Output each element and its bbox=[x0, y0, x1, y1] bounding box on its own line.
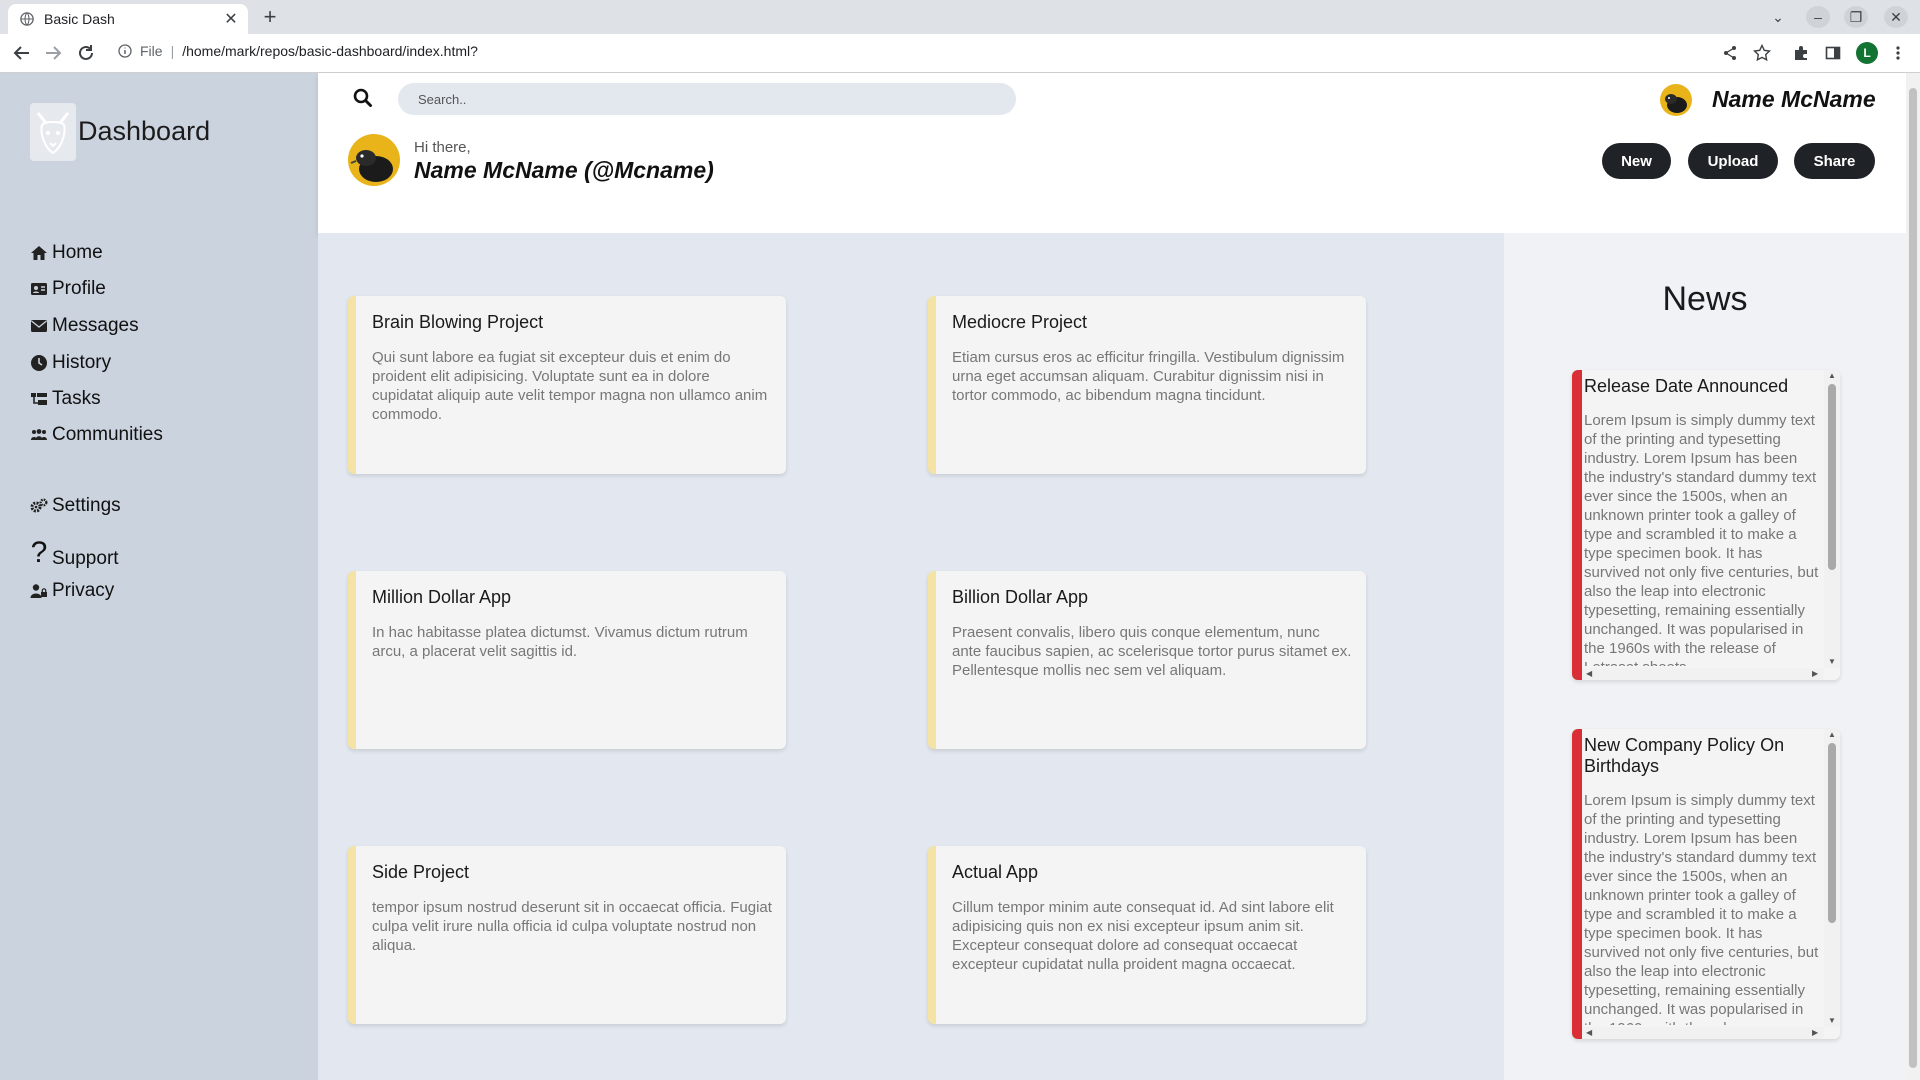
profile-avatar[interactable]: L bbox=[1856, 42, 1878, 64]
sidebar-item-label: Profile bbox=[52, 278, 106, 299]
project-card[interactable]: Side Project tempor ipsum nostrud deseru… bbox=[348, 846, 786, 1024]
upload-button[interactable]: Upload bbox=[1688, 143, 1778, 179]
tab-title: Basic Dash bbox=[44, 11, 115, 27]
forward-icon[interactable] bbox=[41, 41, 65, 65]
address-bar[interactable]: File | /home/mark/repos/basic-dashboard/… bbox=[118, 43, 478, 59]
project-card[interactable]: Actual App Cillum tempor minim aute cons… bbox=[928, 846, 1366, 1024]
sidebar-item-history[interactable]: History bbox=[30, 351, 111, 375]
news-card[interactable]: New Company Policy On Birthdays Lorem Ip… bbox=[1572, 729, 1840, 1039]
search-icon[interactable] bbox=[351, 86, 375, 110]
project-card[interactable]: Mediocre Project Etiam cursus eros ac ef… bbox=[928, 296, 1366, 474]
users-icon bbox=[30, 426, 48, 444]
project-description: Qui sunt labore ea fugiat sit excepteur … bbox=[372, 349, 768, 423]
restore-icon[interactable]: ❐ bbox=[1844, 6, 1868, 28]
news-vertical-scrollbar[interactable]: ▲ ▼ bbox=[1824, 370, 1840, 668]
sidebar bbox=[0, 73, 318, 1080]
sidebar-item-tasks[interactable]: Tasks bbox=[30, 387, 101, 411]
clock-icon bbox=[30, 354, 48, 372]
sidebar-item-label: Settings bbox=[52, 495, 121, 516]
project-card[interactable]: Million Dollar App In hac habitasse plat… bbox=[348, 571, 786, 749]
url-text: /home/mark/repos/basic-dashboard/index.h… bbox=[182, 43, 478, 59]
project-card[interactable]: Billion Dollar App Praesent convalis, li… bbox=[928, 571, 1366, 749]
gears-icon bbox=[30, 497, 48, 515]
share-page-icon[interactable] bbox=[1718, 41, 1742, 65]
sidebar-item-messages[interactable]: Messages bbox=[30, 314, 139, 338]
project-description: In hac habitasse platea dictumst. Vivamu… bbox=[372, 624, 748, 660]
news-title: Release Date Announced bbox=[1584, 376, 1789, 396]
greeting-avatar bbox=[348, 134, 400, 186]
minimize-icon[interactable]: – bbox=[1806, 6, 1830, 28]
share-button[interactable]: Share bbox=[1794, 143, 1875, 179]
close-tab-icon[interactable]: ✕ bbox=[220, 8, 242, 30]
project-description: Praesent convalis, libero quis conque el… bbox=[952, 624, 1352, 679]
browser-tab[interactable]: Basic Dash ✕ bbox=[8, 4, 248, 34]
tasks-icon bbox=[30, 390, 48, 408]
avatar[interactable] bbox=[1660, 84, 1692, 116]
news-horizontal-scrollbar[interactable]: ◀ ▶ bbox=[1582, 668, 1824, 680]
news-title: New Company Policy On Birthdays bbox=[1584, 735, 1785, 776]
project-title: Billion Dollar App bbox=[952, 587, 1089, 607]
back-icon[interactable] bbox=[10, 41, 34, 65]
more-menu-icon[interactable] bbox=[1886, 41, 1910, 65]
news-heading: News bbox=[1662, 280, 1748, 318]
sidebar-item-label: History bbox=[52, 352, 112, 373]
new-tab-button[interactable]: + bbox=[258, 6, 282, 30]
search-input[interactable] bbox=[398, 83, 1016, 115]
sidebar-item-label: Communities bbox=[52, 424, 163, 445]
sidebar-item-label: Privacy bbox=[52, 580, 115, 601]
sidebar-item-communities[interactable]: Communities bbox=[30, 423, 163, 447]
sidebar-item-settings[interactable]: Settings bbox=[30, 494, 121, 518]
sidebar-item-label: Support bbox=[52, 548, 119, 569]
tab-search-icon[interactable]: ⌄ bbox=[1766, 6, 1790, 28]
sidebar-item-profile[interactable]: Profile bbox=[30, 277, 106, 301]
project-title: Side Project bbox=[372, 862, 470, 882]
envelope-icon bbox=[30, 317, 48, 335]
project-description: tempor ipsum nostrud deserunt sit in occ… bbox=[372, 899, 772, 954]
new-button[interactable]: New bbox=[1602, 143, 1671, 179]
project-title: Million Dollar App bbox=[372, 587, 512, 607]
project-description: Cillum tempor minim aute consequat id. A… bbox=[952, 899, 1334, 973]
page-scrollbar-thumb[interactable] bbox=[1909, 88, 1917, 1068]
project-title: Actual App bbox=[952, 862, 1039, 882]
sidebar-item-label: Home bbox=[52, 242, 103, 263]
news-body: Lorem Ipsum is simply dummy text of the … bbox=[1584, 412, 1819, 666]
project-title: Brain Blowing Project bbox=[372, 312, 544, 332]
greeting-text: Hi there, bbox=[414, 139, 471, 156]
id-card-icon bbox=[30, 280, 48, 298]
side-panel-icon[interactable] bbox=[1821, 41, 1845, 65]
project-card[interactable]: Brain Blowing Project Qui sunt labore ea… bbox=[348, 296, 786, 474]
greeting-name: Name McName (@Mcname) bbox=[414, 157, 714, 183]
globe-icon bbox=[20, 12, 34, 26]
news-body: Lorem Ipsum is simply dummy text of the … bbox=[1584, 792, 1819, 1025]
news-horizontal-scrollbar[interactable]: ◀ ▶ bbox=[1582, 1027, 1824, 1039]
url-separator: | bbox=[170, 43, 175, 59]
sidebar-item-label: Tasks bbox=[52, 388, 101, 409]
logo-icon bbox=[30, 103, 76, 161]
reload-icon[interactable] bbox=[74, 41, 98, 65]
info-icon bbox=[118, 44, 132, 58]
logo-text: Dashboard bbox=[78, 116, 211, 146]
header-user-name[interactable]: Name McName bbox=[1712, 86, 1876, 113]
news-vertical-scrollbar[interactable]: ▲ ▼ bbox=[1824, 729, 1840, 1027]
project-title: Mediocre Project bbox=[952, 312, 1088, 332]
user-lock-icon bbox=[30, 582, 48, 600]
question-icon: ? bbox=[30, 536, 48, 569]
sidebar-item-label: Messages bbox=[52, 315, 139, 336]
bookmark-star-icon[interactable] bbox=[1750, 41, 1774, 65]
extensions-icon[interactable] bbox=[1789, 41, 1813, 65]
sidebar-item-support[interactable]: ? Support bbox=[30, 536, 119, 570]
close-window-icon[interactable]: ✕ bbox=[1884, 6, 1908, 28]
news-card[interactable]: Release Date Announced Lorem Ipsum is si… bbox=[1572, 370, 1840, 680]
project-description: Etiam cursus eros ac efficitur fringilla… bbox=[952, 349, 1345, 404]
url-scheme: File bbox=[140, 43, 163, 59]
home-icon bbox=[30, 244, 48, 262]
sidebar-item-privacy[interactable]: Privacy bbox=[30, 579, 114, 603]
browser-tab-strip bbox=[0, 0, 1920, 34]
sidebar-item-home[interactable]: Home bbox=[30, 241, 103, 265]
